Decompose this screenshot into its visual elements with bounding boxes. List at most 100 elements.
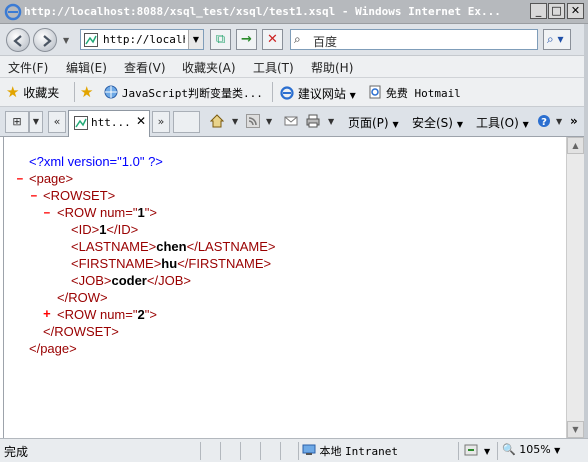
page-menu-button[interactable]: 页面(P) ▼ xyxy=(348,114,399,131)
favorites-button[interactable]: ★ 收藏夹 xyxy=(6,83,59,101)
favorite-link-label: JavaScript判断变量类... xyxy=(121,87,263,100)
menu-tools[interactable]: 工具(T) xyxy=(253,59,294,76)
more-commands-icon[interactable]: » xyxy=(570,114,578,128)
xml-tag-page-open: <page> xyxy=(29,171,74,186)
compatibility-view-button[interactable]: ⧉ xyxy=(210,29,231,50)
xml-row-tag-end: "> xyxy=(144,307,157,322)
quick-tabs-icon[interactable]: ⊞ xyxy=(5,111,29,133)
scroll-tabs-right-icon[interactable]: » xyxy=(152,111,170,133)
back-button[interactable] xyxy=(6,28,30,52)
chevron-down-icon[interactable]: ▼ xyxy=(556,117,562,126)
mail-icon[interactable] xyxy=(284,114,298,129)
xml-value: chen xyxy=(156,239,187,254)
tools-menu-button[interactable]: 工具(O) ▼ xyxy=(476,114,529,131)
tab-active[interactable]: htt... ✕ xyxy=(68,110,150,137)
status-divider xyxy=(260,442,261,460)
xml-value: coder xyxy=(111,273,147,288)
favorite-link-hotmail[interactable]: 免费 Hotmail xyxy=(368,85,461,101)
favorite-link-label: 免费 Hotmail xyxy=(385,87,461,100)
chevron-down-icon: ▼ xyxy=(392,120,399,129)
search-button[interactable]: ⌕ ▾ xyxy=(543,29,571,50)
menu-favorites[interactable]: 收藏夹(A) xyxy=(182,59,236,76)
maximize-button[interactable]: □ xyxy=(548,3,565,19)
xml-row-tag: <ROW num=" xyxy=(57,307,138,322)
xml-viewer: <?xml version="1.0" ?> – <page> – <ROWSE… xyxy=(3,137,566,438)
title-bar: http://localhost:8088/xsql_test/xsql/tes… xyxy=(0,0,588,24)
status-divider xyxy=(298,442,299,460)
safety-menu-label: 安全(S) xyxy=(412,116,453,130)
search-box[interactable]: ⌕ 百度 xyxy=(290,29,538,50)
vertical-scrollbar[interactable]: ▲ ▼ xyxy=(566,137,584,438)
help-icon[interactable]: ? xyxy=(537,114,551,129)
forward-button[interactable] xyxy=(33,28,57,52)
address-bar[interactable]: http://localhost ▼ xyxy=(80,29,204,50)
status-divider xyxy=(280,442,281,460)
chevron-down-icon[interactable]: ▼ xyxy=(266,117,272,126)
zone-label-cn: 本地 xyxy=(319,445,342,458)
svg-text:?: ? xyxy=(541,117,547,128)
scroll-tabs-left-icon[interactable]: « xyxy=(48,111,66,133)
protected-mode-icon[interactable] xyxy=(464,443,478,458)
xml-tag-row2-open: <ROW num="2"> xyxy=(57,306,157,323)
go-button[interactable]: → xyxy=(236,29,257,50)
scroll-down-icon[interactable]: ▼ xyxy=(567,421,584,438)
tab-list-dropdown-icon[interactable]: ▼ xyxy=(29,111,43,133)
xml-element-id: <ID>1</ID> xyxy=(71,221,138,238)
history-dropdown-icon[interactable]: ▼ xyxy=(63,36,69,45)
xml-tag: <FIRSTNAME> xyxy=(71,256,162,271)
xml-row-tag-end: "> xyxy=(144,205,157,220)
xml-tag-page-close: </page> xyxy=(29,341,77,356)
chevron-down-icon[interactable]: ▼ xyxy=(484,447,490,456)
print-icon[interactable] xyxy=(306,114,320,129)
menu-file[interactable]: 文件(F) xyxy=(8,59,48,76)
collapse-page-toggle[interactable]: – xyxy=(16,170,24,187)
close-tab-icon[interactable]: ✕ xyxy=(136,114,146,128)
collapse-rowset-toggle[interactable]: – xyxy=(30,187,38,204)
xml-tag: <LASTNAME> xyxy=(71,239,157,254)
minimize-button[interactable]: _ xyxy=(530,3,547,19)
chevron-down-icon: ▼ xyxy=(554,446,561,455)
search-provider-icon: ⌕ xyxy=(294,32,301,46)
xml-element-firstname: <FIRSTNAME>hu</FIRSTNAME> xyxy=(71,255,271,272)
xml-row-num: 2 xyxy=(137,307,145,322)
add-favorite-icon[interactable]: ★ xyxy=(80,83,93,101)
xml-tag: <ID> xyxy=(71,222,100,237)
menu-bar: 文件(F) 编辑(E) 查看(V) 收藏夹(A) 工具(T) 帮助(H) xyxy=(0,56,588,78)
security-zone[interactable]: 本地 Intranet xyxy=(302,443,398,459)
search-input[interactable]: 百度 xyxy=(313,33,337,50)
new-tab-button[interactable] xyxy=(173,111,200,133)
xml-row-num: 1 xyxy=(137,205,145,220)
feeds-icon[interactable] xyxy=(246,114,260,129)
favorite-link-javascript[interactable]: JavaScript判断变量类... xyxy=(104,85,263,101)
menu-help[interactable]: 帮助(H) xyxy=(311,59,353,76)
back-arrow-icon xyxy=(13,35,22,47)
stop-button[interactable]: ✕ xyxy=(262,29,283,50)
xml-tag: </ID> xyxy=(106,222,139,237)
globe-icon xyxy=(104,85,118,99)
address-dropdown-icon[interactable]: ▼ xyxy=(188,30,203,49)
collapse-row1-toggle[interactable]: – xyxy=(43,204,51,221)
address-input[interactable]: http://localhost xyxy=(103,33,185,46)
zone-label-en: Intranet xyxy=(345,445,398,458)
window-frame-edge xyxy=(584,24,588,462)
close-button[interactable]: ✕ xyxy=(567,3,584,19)
status-divider xyxy=(200,442,201,460)
favorite-link-suggested-sites[interactable]: 建议网站 ▼ xyxy=(280,85,356,102)
tab-command-bar: ⊞ ▼ « htt... ✕ » ▼ ▼ ▼ 页面(P) ▼ 安全(S) ▼ 工… xyxy=(0,107,588,137)
xml-tag: </JOB> xyxy=(146,273,191,288)
expand-row2-toggle[interactable]: + xyxy=(43,306,51,323)
xml-value: hu xyxy=(161,256,178,271)
home-icon[interactable] xyxy=(210,114,224,129)
zoom-control[interactable]: 🔍 105% ▼ xyxy=(502,443,560,456)
window-title: http://localhost:8088/xsql_test/xsql/tes… xyxy=(24,5,501,18)
xml-tag: <JOB> xyxy=(71,273,112,288)
safety-menu-button[interactable]: 安全(S) ▼ xyxy=(412,114,463,131)
menu-edit[interactable]: 编辑(E) xyxy=(66,59,107,76)
xml-tag-rowset-close: </ROWSET> xyxy=(43,324,119,339)
menu-view[interactable]: 查看(V) xyxy=(124,59,166,76)
xml-tag-row-close: </ROW> xyxy=(57,290,108,305)
chevron-down-icon[interactable]: ▼ xyxy=(232,117,238,126)
scroll-up-icon[interactable]: ▲ xyxy=(567,137,584,154)
divider xyxy=(74,82,75,102)
chevron-down-icon[interactable]: ▼ xyxy=(328,117,334,126)
